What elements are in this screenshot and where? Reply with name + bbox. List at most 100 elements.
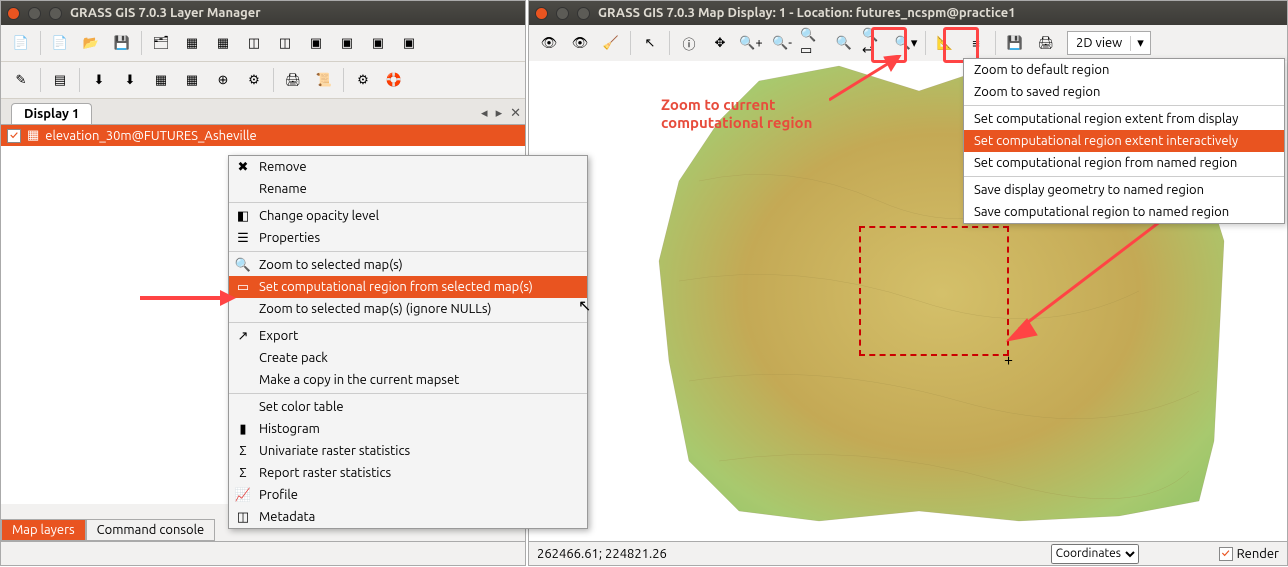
minimize-icon[interactable] <box>556 7 569 20</box>
context-item[interactable]: ☰Properties <box>229 227 587 249</box>
dropdown-item[interactable]: Set computational region extent from dis… <box>964 108 1284 130</box>
context-item[interactable]: ▮Histogram <box>229 418 587 440</box>
script-button[interactable]: 📜 <box>310 66 338 94</box>
render-button[interactable]: 👁 <box>535 29 563 57</box>
save-image-button[interactable]: 💾 <box>1001 29 1029 57</box>
modeler-button[interactable]: ⚙ <box>240 66 268 94</box>
minimize-icon[interactable] <box>28 7 41 20</box>
context-item[interactable]: Set color table <box>229 396 587 418</box>
layer-name: elevation_30m@FUTURES_Asheville <box>45 129 256 143</box>
dropdown-item[interactable]: Zoom to default region <box>964 59 1284 81</box>
add-vector-misc-button[interactable]: ◫ <box>271 29 299 57</box>
import-vector-button[interactable]: ⬇ <box>116 66 144 94</box>
context-item[interactable]: 🔍Zoom to selected map(s) <box>229 254 587 276</box>
lm-toolbar-1: 📄 📄 📂 💾 🗂 ▦ ▦ ◫ ◫ ▣ ▣ ▣ ▣ <box>1 25 525 62</box>
lm-statusbar <box>1 541 525 565</box>
menu-icon: ▮ <box>235 421 251 437</box>
context-item[interactable]: ◧Change opacity level <box>229 205 587 227</box>
coords-value: 262466.61; 224821.26 <box>537 547 667 561</box>
view-mode-select[interactable]: 2D view ▾ <box>1067 31 1151 55</box>
context-item-label: Report raster statistics <box>259 466 391 480</box>
settings-button[interactable]: ⚙ <box>349 66 377 94</box>
pointer-button[interactable]: ↖ <box>636 29 664 57</box>
display-tab[interactable]: Display 1 <box>11 103 92 124</box>
save-workspace-button[interactable]: 💾 <box>108 29 136 57</box>
layer-row[interactable]: ▦ elevation_30m@FUTURES_Asheville <box>1 125 525 146</box>
tab-prev-icon[interactable]: ◂ <box>477 106 492 121</box>
context-item-label: Remove <box>259 160 307 174</box>
context-item-label: Export <box>259 329 298 343</box>
raster-calc-button[interactable]: ▦ <box>147 66 175 94</box>
dropdown-item[interactable]: Save display geometry to named region <box>964 179 1284 201</box>
maximize-icon[interactable] <box>49 7 62 20</box>
tab-close-icon[interactable]: ✕ <box>506 106 525 121</box>
zoom-region-button[interactable]: 🔍 <box>830 29 858 57</box>
menu-icon: ↗ <box>235 328 251 344</box>
pan-button[interactable]: ✥ <box>706 29 734 57</box>
cursor-icon: ↖ <box>578 296 591 315</box>
context-item[interactable]: Rename <box>229 178 587 200</box>
attribute-table-button[interactable]: ▤ <box>46 66 74 94</box>
add-raster-button[interactable]: ▦ <box>178 29 206 57</box>
maximize-icon[interactable] <box>577 7 590 20</box>
dropdown-item[interactable]: Zoom to saved region <box>964 81 1284 103</box>
tab-command-console[interactable]: Command console <box>86 519 216 541</box>
zoom-out-button[interactable]: 🔍- <box>768 29 796 57</box>
import-raster-button[interactable]: ⬇ <box>85 66 113 94</box>
context-item[interactable]: 📈Profile <box>229 484 587 506</box>
zoom-extent-button[interactable]: 🔍▭ <box>799 29 827 57</box>
context-item[interactable]: ◫Metadata <box>229 506 587 528</box>
chevron-down-icon: ▾ <box>1130 36 1150 51</box>
help-button[interactable]: 🛟 <box>380 66 408 94</box>
georectify-button[interactable]: ⊕ <box>209 66 237 94</box>
map-statusbar: 262466.61; 224821.26 Coordinates Render <box>529 541 1287 565</box>
context-item[interactable]: ▭Set computational region from selected … <box>229 276 587 298</box>
context-item[interactable]: ✖ Remove <box>229 156 587 178</box>
context-item[interactable]: ↗ Export <box>229 325 587 347</box>
context-item-label: Create pack <box>259 351 328 365</box>
remove-layer-button[interactable]: ▣ <box>364 29 392 57</box>
add-overlay-button[interactable]: ▣ <box>333 29 361 57</box>
new-workspace-button[interactable]: 📄 <box>46 29 74 57</box>
zoom-in-button[interactable]: 🔍+ <box>737 29 765 57</box>
display-tabstrip: Display 1 ◂ ▸ ✕ <box>1 99 525 124</box>
annotation-arrow-toolbar <box>829 55 909 105</box>
status-mode-select[interactable]: Coordinates <box>1051 544 1139 564</box>
query-button[interactable]: ⓘ <box>675 29 703 57</box>
close-icon[interactable] <box>7 7 20 20</box>
menu-icon: ✖ <box>235 159 251 175</box>
render-all-button[interactable]: 👁 <box>566 29 594 57</box>
vector-calc-button[interactable]: ▦ <box>178 66 206 94</box>
dropdown-item[interactable]: Set computational region from named regi… <box>964 152 1284 174</box>
add-group-button[interactable]: ▣ <box>302 29 330 57</box>
close-icon[interactable] <box>535 7 548 20</box>
dropdown-item[interactable]: Set computational region extent interact… <box>964 130 1284 152</box>
new-display-button[interactable]: 📄 <box>7 29 35 57</box>
render-checkbox[interactable]: Render <box>1219 547 1279 561</box>
context-item-label: Profile <box>259 488 298 502</box>
add-raster3d-button[interactable]: ▦ <box>209 29 237 57</box>
add-vector-button[interactable]: ◫ <box>240 29 268 57</box>
erase-button[interactable]: 🧹 <box>597 29 625 57</box>
context-item[interactable]: ΣUnivariate raster statistics <box>229 440 587 462</box>
window-title: GRASS GIS 7.0.3 Layer Manager <box>70 6 261 20</box>
print-button[interactable]: 🖨 <box>1032 29 1060 57</box>
add-misc-button[interactable]: ▣ <box>395 29 423 57</box>
menu-icon: ◫ <box>235 509 251 525</box>
menu-icon: Σ <box>235 465 251 481</box>
lm-toolbar-2: ✎ ▤ ⬇ ⬇ ▦ ▦ ⊕ ⚙ 🖨 📜 ⚙ 🛟 <box>1 62 525 99</box>
tab-next-icon[interactable]: ▸ <box>492 106 507 121</box>
context-item[interactable]: Create pack <box>229 347 587 369</box>
context-item[interactable]: Make a copy in the current mapset <box>229 369 587 391</box>
tab-map-layers[interactable]: Map layers <box>1 519 86 541</box>
add-layers-button[interactable]: 🗂 <box>147 29 175 57</box>
cartographic-button[interactable]: 🖨 <box>279 66 307 94</box>
titlebar: GRASS GIS 7.0.3 Map Display: 1 - Locatio… <box>529 1 1287 25</box>
open-workspace-button[interactable]: 📂 <box>77 29 105 57</box>
dropdown-item[interactable]: Save computational region to named regio… <box>964 201 1284 223</box>
context-item[interactable]: Zoom to selected map(s) (ignore NULLs) <box>229 298 587 320</box>
context-item[interactable]: Σ Report raster statistics <box>229 462 587 484</box>
edit-vector-button[interactable]: ✎ <box>7 66 35 94</box>
context-item-label: Change opacity level <box>259 209 379 223</box>
layer-visibility-checkbox[interactable] <box>7 129 21 143</box>
